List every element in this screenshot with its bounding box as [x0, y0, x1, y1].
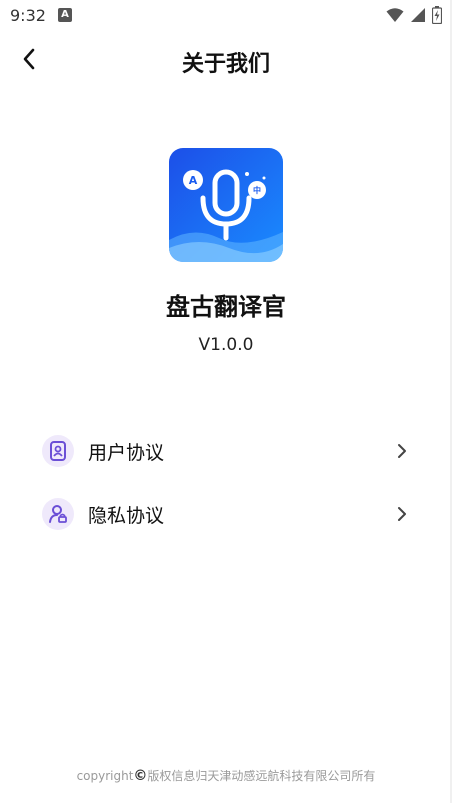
notification-icon: A [57, 8, 72, 22]
chevron-right-icon [392, 504, 412, 524]
logo-bubble-left: A [189, 174, 198, 187]
privacy-icon [42, 498, 74, 530]
signal-icon [411, 8, 425, 22]
app-logo: A 中 [169, 148, 283, 262]
battery-icon [432, 6, 442, 24]
user-agreement-icon [42, 435, 74, 467]
page-title: 关于我们 [181, 52, 270, 77]
wifi-icon [386, 8, 404, 22]
app-name: 盘古翻译官 [166, 293, 286, 321]
menu-item-user-agreement[interactable]: 用户协议 [42, 428, 412, 474]
copyright-text: 版权信息归天津动感远航科技有限公司所有 [147, 769, 376, 783]
app-version: V1.0.0 [198, 335, 254, 355]
header-bar: 关于我们 [0, 30, 452, 92]
status-bar: 9:32 A [0, 0, 452, 30]
status-left: 9:32 A [10, 6, 72, 25]
menu-item-label: 隐私协议 [88, 504, 165, 527]
chevron-right-icon [392, 441, 412, 461]
copyright-symbol: © [133, 768, 148, 784]
menu-item-privacy-agreement[interactable]: 隐私协议 [42, 491, 412, 537]
status-right [386, 6, 442, 24]
microphone-translate-logo-icon: A 中 [169, 148, 283, 262]
logo-bubble-right: 中 [253, 185, 261, 195]
copyright-footer: copyright©版权信息归天津动感远航科技有限公司所有 [0, 767, 452, 784]
copyright-prefix: copyright [76, 769, 134, 783]
menu-item-label: 用户协议 [88, 441, 165, 464]
status-time: 9:32 [10, 5, 46, 25]
